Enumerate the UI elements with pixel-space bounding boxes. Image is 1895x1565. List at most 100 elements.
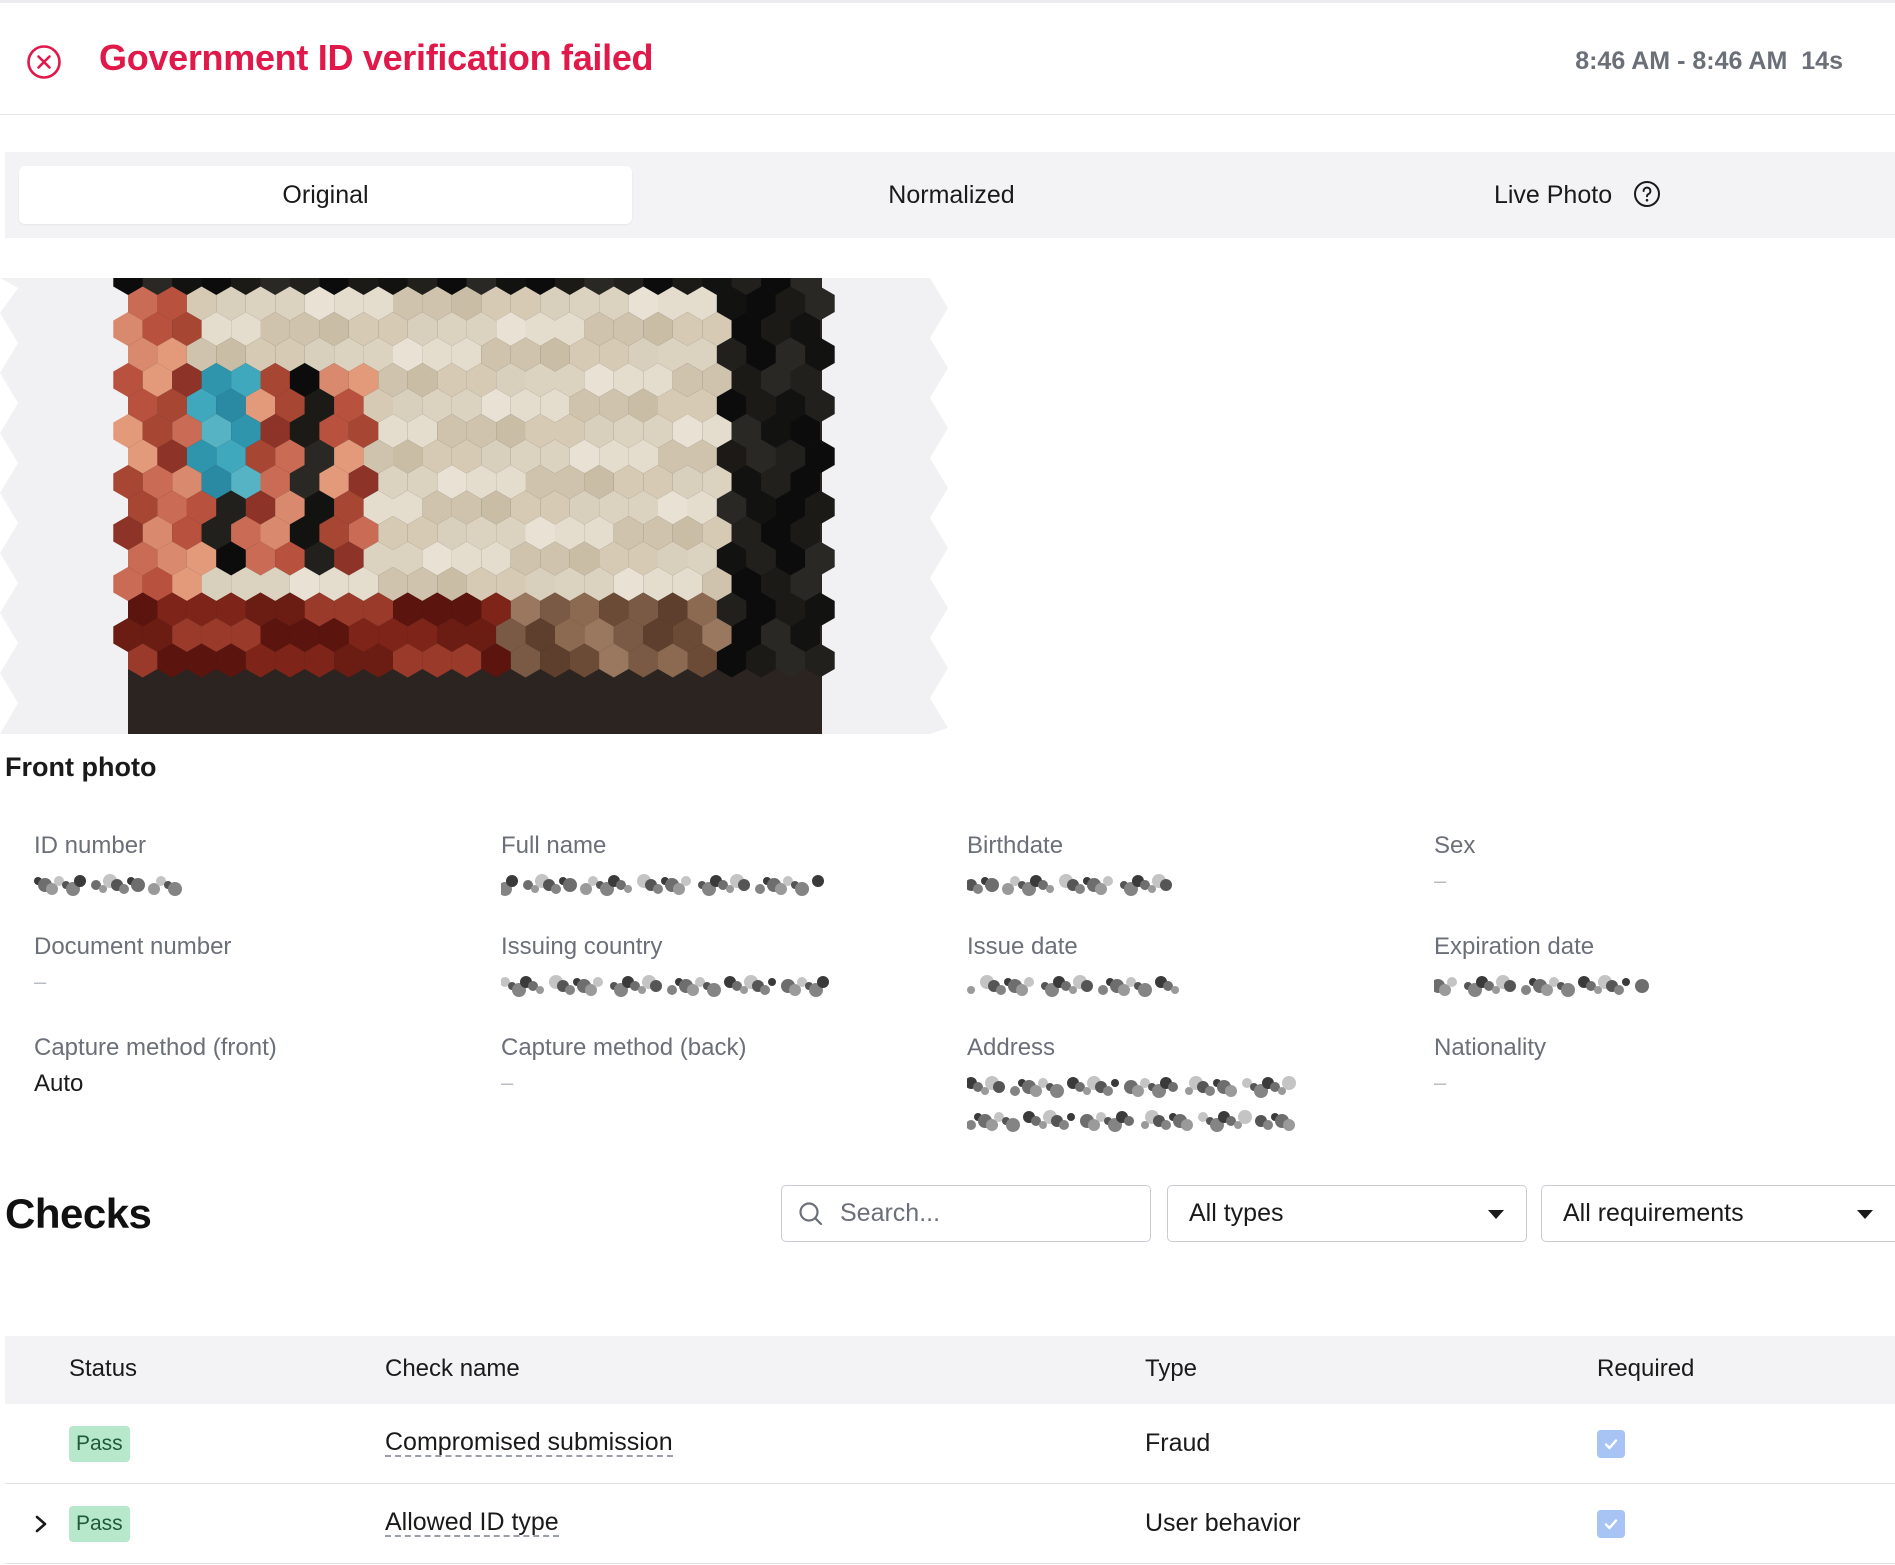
field-label: Nationality [1434,1034,1547,1061]
redaction-dot [738,879,750,891]
verification-header: Government ID verification failed 8:46 A… [0,3,1895,115]
field-expiration-date: Expiration date [1434,933,1874,1001]
field-label: ID number [34,832,147,859]
redaction-dot [1447,977,1457,987]
redaction-dot [1124,1116,1134,1126]
redaction-dot [681,876,691,886]
column-header-check-name[interactable]: Check name [385,1355,520,1383]
field-label: Expiration date [1434,933,1595,960]
redaction-dot [650,980,662,992]
redaction-dot [593,977,603,987]
field-full-name: Full name [501,832,941,900]
table-row[interactable]: Pass Compromised submission Fraud [5,1404,1895,1484]
checks-search-input[interactable]: Search... [781,1185,1151,1242]
chevron-right-icon[interactable] [31,1512,51,1536]
redaction-dot [74,875,86,887]
type-filter-select[interactable]: All types [1167,1185,1527,1242]
redaction-dot [1635,979,1649,993]
redaction-dot [1138,983,1152,997]
status-badge: Pass [69,1426,130,1462]
redaction-dot [768,978,776,986]
field-label: Sex [1434,832,1476,859]
redaction-dot [985,878,999,892]
field-label: Capture method (front) [34,1034,277,1061]
field-address: Address [967,1034,1407,1136]
redaction-dot [996,985,1006,995]
field-issuing-country: Issuing country [501,933,941,1001]
redaction-dot [1263,1120,1273,1130]
front-photo-image[interactable] [0,261,948,734]
check-type: Fraud [1145,1429,1211,1457]
status-badge: Pass [69,1506,130,1542]
field-label: Document number [34,933,232,960]
duration-text: 14s [1801,47,1843,75]
redaction-dot [536,986,544,994]
redaction-dot [1046,885,1054,893]
field-issue-date: Issue date [967,933,1407,1001]
redaction-dot [1614,985,1624,995]
redaction-dot [131,878,145,892]
redaction-dot [624,885,632,893]
column-header-status[interactable]: Status [69,1355,137,1383]
field-value: – [501,1070,514,1095]
tab-normalized[interactable]: Normalized [645,166,1258,224]
redacted-value [501,874,824,896]
required-checkbox-icon [1597,1510,1625,1538]
field-label: Birthdate [967,832,1064,859]
redaction-dot [1622,978,1630,986]
redaction-dot [967,986,975,994]
redaction-dot [1050,1084,1064,1098]
redaction-dot [973,884,983,894]
redacted-value [34,874,182,896]
field-id-number: ID number [34,832,474,900]
field-label: Issuing country [501,933,663,960]
redaction-dot [1075,884,1085,894]
checks-table: Status Check name Type Required Pass Com… [5,1336,1895,1564]
redaction-dot [1161,1120,1171,1130]
redacted-value [1434,975,1649,997]
redaction-dot [1081,980,1093,992]
redaction-dot [1006,1118,1020,1132]
redaction-dot [168,882,182,896]
column-header-type[interactable]: Type [1145,1355,1197,1383]
time-range-text: 8:46 AM - 8:46 AM [1575,47,1788,75]
check-type: User behavior [1145,1509,1301,1537]
help-circle-icon[interactable] [1633,180,1661,208]
required-checkbox-icon [1597,1430,1625,1458]
check-name-link[interactable]: Allowed ID type [385,1509,559,1537]
redaction-dot [1521,985,1531,995]
time-range: 8:46 AM - 8:46 AM 14s [1561,47,1843,76]
redaction-dot [1103,876,1113,886]
redaction-dot [1171,986,1179,994]
redaction-dot [1504,980,1516,992]
requirement-filter-select[interactable]: All requirements [1541,1185,1895,1242]
photo-tabs: Original Normalized Live Photo [5,152,1895,238]
search-icon [799,1202,823,1226]
redaction-dot [1282,1076,1296,1090]
tab-live-photo-label: Live Photo [1493,181,1613,209]
check-name-link[interactable]: Compromised submission [385,1429,673,1457]
redaction-dot [653,884,663,894]
tab-live-photo[interactable]: Live Photo [1271,166,1884,224]
column-header-required[interactable]: Required [1597,1355,1694,1383]
redacted-value [967,975,1179,997]
x-circle-icon [27,45,61,79]
redaction-dot [667,985,677,995]
field-value: – [1434,1070,1447,1095]
redaction-dot [1238,1110,1252,1124]
redaction-dot [506,875,518,887]
redaction-dot [1168,1082,1178,1092]
field-capture-method-front: Capture method (front) Auto [34,1034,474,1098]
caret-down-icon [1857,1210,1873,1219]
field-nationality: Nationality – [1434,1034,1874,1096]
checks-heading: Checks [5,1190,152,1237]
redaction-dot [1067,1113,1075,1121]
field-birthdate: Birthdate [967,832,1407,900]
redaction-dot [760,985,770,995]
table-row[interactable]: Pass Allowed ID type User behavior [5,1484,1895,1564]
type-filter-value: All types [1189,1199,1284,1227]
tab-original[interactable]: Original [19,166,632,224]
redaction-dot [812,875,824,887]
redaction-dot [1010,1086,1020,1096]
redaction-dot [1225,1085,1237,1097]
